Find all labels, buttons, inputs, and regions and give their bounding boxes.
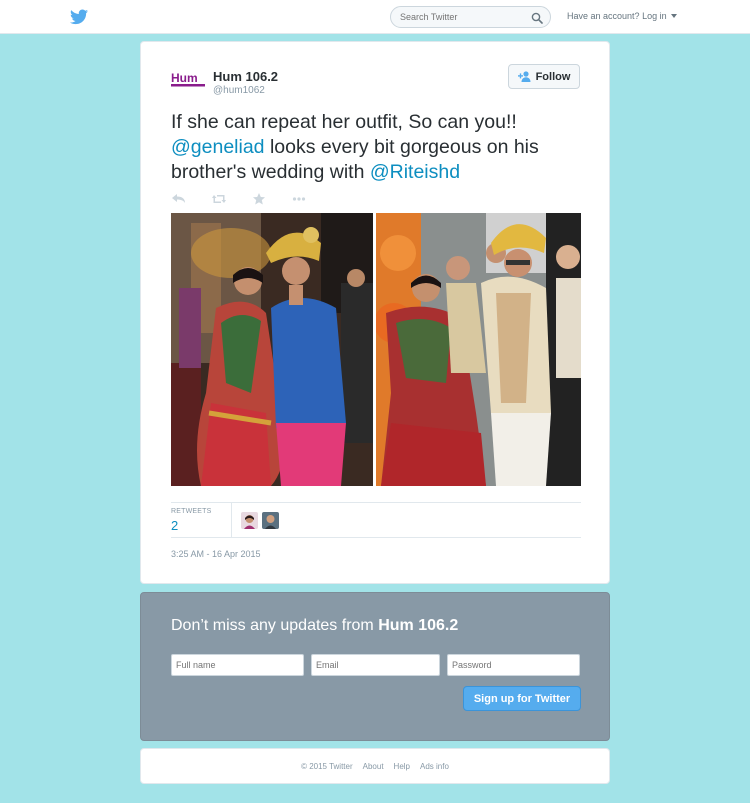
display-name[interactable]: Hum 106.2 (213, 69, 278, 84)
retweeter-avatar[interactable] (241, 512, 258, 529)
tweet-photo-1[interactable] (171, 213, 373, 486)
retweet-icon[interactable] (211, 192, 227, 206)
avatar[interactable]: Hum (171, 70, 205, 88)
footer-link-help[interactable]: Help (394, 762, 410, 771)
full-name-field[interactable] (171, 654, 304, 676)
top-bar: Have an account? Log in (0, 0, 750, 34)
user-handle[interactable]: @hum1062 (213, 85, 265, 96)
mention-link-riteishd[interactable]: @Riteishd (370, 161, 460, 183)
follow-button[interactable]: Follow (508, 64, 580, 89)
signup-title: Don’t miss any updates from Hum 106.2 (171, 617, 458, 635)
tweet-text: If she can repeat her outfit, So can you… (171, 110, 591, 185)
account-prompt: Have an account? (567, 11, 640, 21)
footer-link-ads-info[interactable]: Ads info (420, 762, 449, 771)
retweeter-avatar[interactable] (262, 512, 279, 529)
signup-title-prefix: Don’t miss any updates from (171, 617, 379, 634)
mention-link-geneliad[interactable]: @geneliad (171, 136, 265, 158)
retweets-label: RETWEETS (171, 508, 212, 515)
favorite-star-icon[interactable] (251, 192, 267, 206)
avatar-logo-text: Hum (171, 71, 198, 85)
tweet-timestamp[interactable]: 3:25 AM - 16 Apr 2015 (171, 549, 261, 559)
tweet-card: Hum Hum 106.2 @hum1062 Follow If she can… (140, 41, 610, 584)
password-field[interactable] (447, 654, 580, 676)
footer-link-about[interactable]: About (363, 762, 384, 771)
more-options-icon[interactable] (291, 192, 307, 206)
add-user-icon (517, 71, 531, 82)
tweet-stats: RETWEETS 2 (171, 502, 581, 538)
footer: © 2015 Twitter About Help Ads info (140, 748, 610, 784)
signup-title-name: Hum 106.2 (378, 617, 459, 634)
retweets-count[interactable]: 2 (171, 518, 178, 533)
caret-down-icon[interactable] (670, 14, 677, 18)
search-box (390, 6, 551, 28)
tweet-photo-2[interactable] (376, 213, 581, 486)
account-menu[interactable]: Have an account? Log in (567, 11, 677, 21)
tweet-actions (171, 192, 307, 206)
email-field[interactable] (311, 654, 440, 676)
copyright-text: © 2015 Twitter (301, 761, 353, 771)
signup-button[interactable]: Sign up for Twitter (463, 686, 581, 711)
follow-label: Follow (535, 70, 571, 83)
tweet-text-part: If she can repeat her outfit, So can you… (171, 111, 517, 133)
stats-divider (231, 503, 232, 537)
search-icon[interactable] (531, 11, 543, 24)
login-link[interactable]: Log in (642, 11, 667, 21)
twitter-bird-icon[interactable] (70, 9, 88, 25)
reply-icon[interactable] (171, 192, 187, 206)
search-input[interactable] (400, 7, 530, 27)
signup-panel: Don’t miss any updates from Hum 106.2 Si… (140, 592, 610, 741)
